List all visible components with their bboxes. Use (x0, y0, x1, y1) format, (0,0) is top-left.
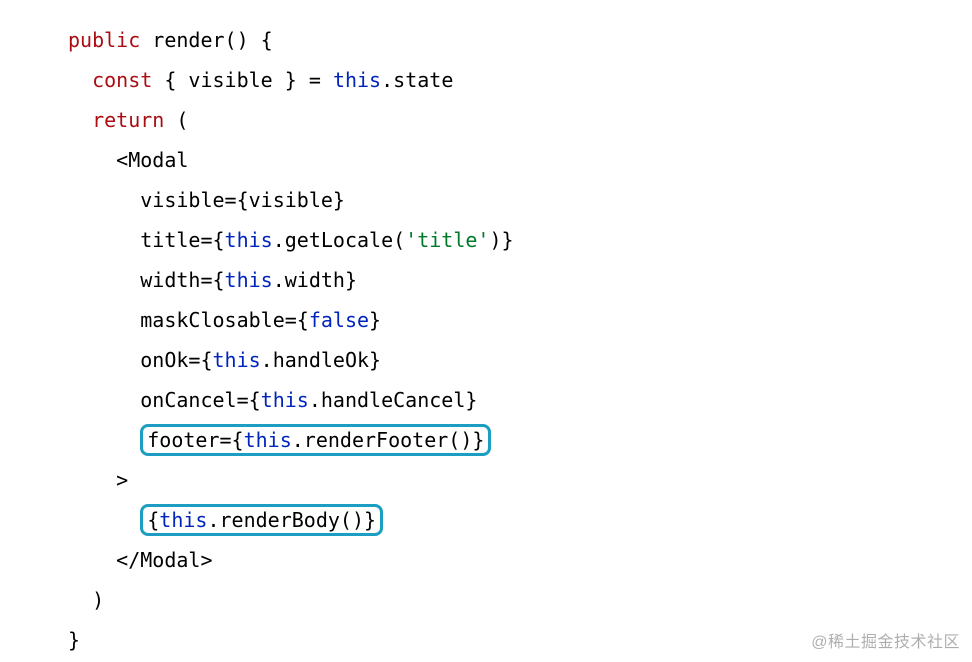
code-token: this (333, 68, 381, 92)
code-token: this (159, 508, 207, 532)
highlight-box: {this.renderBody()} (140, 504, 383, 536)
code-token: { visible } = (152, 68, 333, 92)
code-token: title={ (140, 228, 224, 252)
code-token: <Modal (116, 148, 188, 172)
code-token: maskClosable={ (140, 308, 309, 332)
code-token: this (225, 228, 273, 252)
code-token: public (68, 28, 140, 52)
code-token: this (225, 268, 273, 292)
code-token: .width} (273, 268, 357, 292)
code-token: )} (489, 228, 513, 252)
code-token: onCancel={ (140, 388, 260, 412)
code-token: const (92, 68, 152, 92)
code-token: .state (381, 68, 453, 92)
code-token: .renderBody()} (207, 508, 376, 532)
code-token: this (261, 388, 309, 412)
code-token: footer={ (147, 428, 243, 452)
highlight-box: footer={this.renderFooter()} (140, 424, 491, 456)
code-token: return (92, 108, 164, 132)
code-token: this (244, 428, 292, 452)
code-token: visible={visible} (140, 188, 345, 212)
code-token: } (369, 308, 381, 332)
code-token: onOk={ (140, 348, 212, 372)
code-snippet: public render() { const { visible } = th… (0, 0, 972, 660)
code-token: ( (164, 108, 188, 132)
code-token: false (309, 308, 369, 332)
code-token: ) (92, 588, 104, 612)
code-token: .handleCancel} (309, 388, 478, 412)
code-token: } (68, 628, 80, 652)
code-token: width={ (140, 268, 224, 292)
code-token: .getLocale( (273, 228, 405, 252)
code-token: > (116, 468, 128, 492)
code-token: .handleOk} (261, 348, 381, 372)
code-token: 'title' (405, 228, 489, 252)
code-token: .renderFooter()} (292, 428, 485, 452)
code-token: this (213, 348, 261, 372)
code-token: </Modal> (116, 548, 212, 572)
watermark-text: @稀土掘金技术社区 (811, 628, 960, 652)
code-token: { (147, 508, 159, 532)
code-token: render() { (140, 28, 272, 52)
